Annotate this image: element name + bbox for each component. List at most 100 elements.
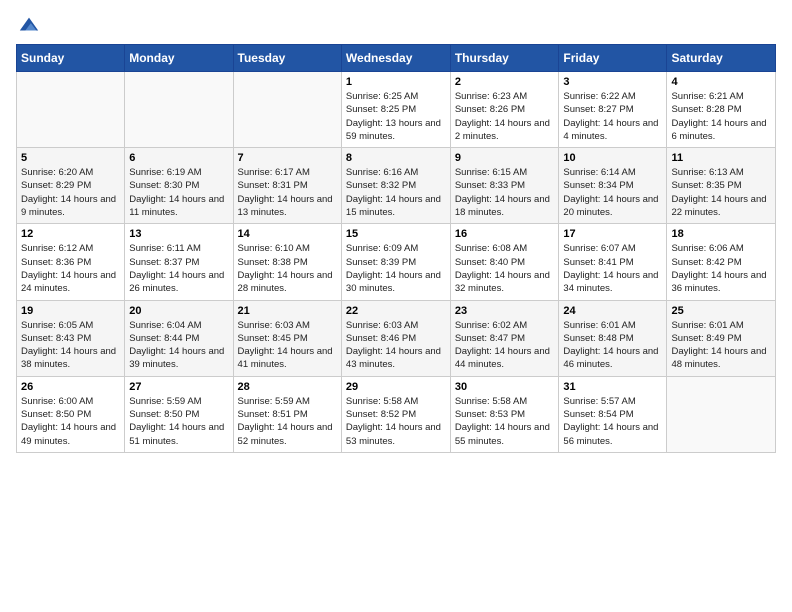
- calendar-day-14: 14Sunrise: 6:10 AMSunset: 8:38 PMDayligh…: [233, 224, 341, 300]
- day-number: 20: [129, 305, 228, 317]
- daylight-info: Daylight: 14 hours and 28 minutes.: [238, 270, 333, 294]
- calendar-day-18: 18Sunrise: 6:06 AMSunset: 8:42 PMDayligh…: [667, 224, 776, 300]
- calendar-day-11: 11 Sunrise: 6:13 AMSunset: 8:35 PMDayligh…: [667, 148, 776, 224]
- weekday-header-tuesday: Tuesday: [233, 45, 341, 72]
- day-number: 29: [346, 381, 446, 393]
- sunrise-info: Sunrise: 6:16 AM: [346, 167, 418, 178]
- sunset-info: Sunset: 8:39 PM: [346, 257, 416, 268]
- sunrise-info: Sunrise: 6:04 AM: [129, 320, 201, 331]
- day-number: 9: [455, 152, 555, 164]
- sunset-info: Sunset: 8:33 PM: [455, 180, 525, 191]
- calendar-table: SundayMondayTuesdayWednesdayThursdayFrid…: [16, 44, 776, 453]
- sunset-info: Sunset: 8:26 PM: [455, 104, 525, 115]
- day-number: 24: [563, 305, 662, 317]
- day-number: 30: [455, 381, 555, 393]
- day-info: Sunrise: 6:19 AM Sunset: 8:30 PM Daylight:…: [129, 166, 228, 219]
- sunrise-info: Sunrise: 6:00 AM: [21, 396, 93, 407]
- day-number: 23: [455, 305, 555, 317]
- daylight-info: Daylight: 14 hours and 13 minutes.: [238, 194, 333, 218]
- daylight-info: Daylight: 14 hours and 6 minutes.: [671, 118, 766, 142]
- calendar-week-row: 12Sunrise: 6:12 AMSunset: 8:36 PMDayligh…: [17, 224, 776, 300]
- calendar-day-9: 9 Sunrise: 6:15 AM Sunset: 8:33 PM Daylight…: [450, 148, 559, 224]
- sunrise-info: Sunrise: 6:23 AM: [455, 91, 527, 102]
- weekday-header-friday: Friday: [559, 45, 667, 72]
- day-number: 13: [129, 228, 228, 240]
- day-info: Sunrise: 6:01 AMSunset: 8:48 PMDaylight:…: [563, 319, 662, 372]
- sunrise-info: Sunrise: 6:15 AM: [455, 167, 527, 178]
- sunset-info: Sunset: 8:37 PM: [129, 257, 199, 268]
- sunset-info: Sunset: 8:28 PM: [671, 104, 741, 115]
- daylight-info: Daylight: 14 hours and 43 minutes.: [346, 346, 441, 370]
- calendar-day-23: 23 Sunrise: 6:02 AMSunset: 8:47 PMDayligh…: [450, 300, 559, 376]
- day-info: Sunrise: 6:14 AMSunset: 8:34 PMDaylight:…: [563, 166, 662, 219]
- weekday-header-monday: Monday: [125, 45, 233, 72]
- daylight-info: Daylight: 14 hours and 9 minutes.: [21, 194, 116, 218]
- daylight-info: Daylight: 14 hours and 30 minutes.: [346, 270, 441, 294]
- sunrise-info: Sunrise: 6:17 AM: [238, 167, 310, 178]
- weekday-header-row: SundayMondayTuesdayWednesdayThursdayFrid…: [17, 45, 776, 72]
- day-info: Sunrise: 5:58 AMSunset: 8:53 PMDaylight:…: [455, 395, 555, 448]
- sunset-info: Sunset: 8:47 PM: [455, 333, 525, 344]
- logo-icon: [18, 14, 40, 36]
- sunset-info: Sunset: 8:35 PM: [671, 180, 741, 191]
- calendar-day-7: 7Sunrise: 6:17 AMSunset: 8:31 PMDaylight…: [233, 148, 341, 224]
- calendar-week-row: 1Sunrise: 6:25 AMSunset: 8:25 PMDaylight…: [17, 72, 776, 148]
- sunrise-info: Sunrise: 5:58 AM: [455, 396, 527, 407]
- sunrise-info: Sunrise: 6:21 AM: [671, 91, 743, 102]
- daylight-info: Daylight: 14 hours and 49 minutes.: [21, 422, 116, 446]
- sunrise-info: Sunrise: 6:05 AM: [21, 320, 93, 331]
- day-info: Sunrise: 6:16 AMSunset: 8:32 PMDaylight:…: [346, 166, 446, 219]
- day-info: Sunrise: 6:13 AMSunset: 8:35 PMDaylight:…: [671, 166, 771, 219]
- day-info: Sunrise: 6:02 AMSunset: 8:47 PMDaylight:…: [455, 319, 555, 372]
- calendar-empty-cell: [667, 376, 776, 452]
- day-info: Sunrise: 6:03 AMSunset: 8:46 PMDaylight:…: [346, 319, 446, 372]
- calendar-day-17: 17 Sunrise: 6:07 AMSunset: 8:41 PMDayligh…: [559, 224, 667, 300]
- daylight-info: Daylight: 14 hours and 34 minutes.: [563, 270, 658, 294]
- sunrise-info: Sunrise: 5:59 AM: [238, 396, 310, 407]
- sunrise-info: Sunrise: 6:09 AM: [346, 243, 418, 254]
- sunrise-info: Sunrise: 6:03 AM: [238, 320, 310, 331]
- daylight-info: Daylight: 14 hours and 18 minutes.: [455, 194, 550, 218]
- day-info: Sunrise: 6:21 AM Sunset: 8:28 PM Daylight:…: [671, 90, 771, 143]
- day-number: 11: [671, 152, 771, 164]
- calendar-day-19: 19Sunrise: 6:05 AMSunset: 8:43 PMDayligh…: [17, 300, 125, 376]
- sunset-info: Sunset: 8:46 PM: [346, 333, 416, 344]
- day-info: Sunrise: 6:23 AMSunset: 8:26 PMDaylight:…: [455, 90, 555, 143]
- day-number: 26: [21, 381, 120, 393]
- day-number: 6: [129, 152, 228, 164]
- daylight-info: Daylight: 14 hours and 4 minutes.: [563, 118, 658, 142]
- sunset-info: Sunset: 8:48 PM: [563, 333, 633, 344]
- day-number: 17: [563, 228, 662, 240]
- day-number: 7: [238, 152, 337, 164]
- sunrise-info: Sunrise: 6:14 AM: [563, 167, 635, 178]
- sunrise-info: Sunrise: 6:06 AM: [671, 243, 743, 254]
- day-number: 28: [238, 381, 337, 393]
- sunrise-info: Sunrise: 6:25 AM: [346, 91, 418, 102]
- sunrise-info: Sunrise: 5:59 AM: [129, 396, 201, 407]
- day-info: Sunrise: 6:07 AMSunset: 8:41 PMDaylight:…: [563, 242, 662, 295]
- sunrise-info: Sunrise: 5:58 AM: [346, 396, 418, 407]
- daylight-info: Daylight: 14 hours and 20 minutes.: [563, 194, 658, 218]
- day-info: Sunrise: 6:03 AMSunset: 8:45 PMDaylight:…: [238, 319, 337, 372]
- daylight-info: Daylight: 14 hours and 11 minutes.: [129, 194, 224, 218]
- sunset-info: Sunset: 8:30 PM: [129, 180, 199, 191]
- day-info: Sunrise: 6:08 AMSunset: 8:40 PMDaylight:…: [455, 242, 555, 295]
- day-info: Sunrise: 6:01 AMSunset: 8:49 PMDaylight:…: [671, 319, 771, 372]
- calendar-day-5: 5Sunrise: 6:20 AMSunset: 8:29 PMDaylight…: [17, 148, 125, 224]
- weekday-header-sunday: Sunday: [17, 45, 125, 72]
- day-number: 19: [21, 305, 120, 317]
- sunset-info: Sunset: 8:49 PM: [671, 333, 741, 344]
- day-info: Sunrise: 6:20 AMSunset: 8:29 PMDaylight:…: [21, 166, 120, 219]
- sunset-info: Sunset: 8:36 PM: [21, 257, 91, 268]
- sunrise-info: Sunrise: 6:19 AM: [129, 167, 201, 178]
- sunset-info: Sunset: 8:53 PM: [455, 409, 525, 420]
- sunset-info: Sunset: 8:50 PM: [21, 409, 91, 420]
- calendar-day-25: 25Sunrise: 6:01 AMSunset: 8:49 PMDayligh…: [667, 300, 776, 376]
- calendar-week-row: 26 Sunrise: 6:00 AM Sunset: 8:50 PM Dayligh…: [17, 376, 776, 452]
- calendar-day-31: 31Sunrise: 5:57 AMSunset: 8:54 PMDayligh…: [559, 376, 667, 452]
- weekday-header-saturday: Saturday: [667, 45, 776, 72]
- calendar-day-29: 29Sunrise: 5:58 AMSunset: 8:52 PMDayligh…: [341, 376, 450, 452]
- day-info: Sunrise: 5:59 AMSunset: 8:50 PMDaylight:…: [129, 395, 228, 448]
- day-info: Sunrise: 6:10 AMSunset: 8:38 PMDaylight:…: [238, 242, 337, 295]
- sunset-info: Sunset: 8:43 PM: [21, 333, 91, 344]
